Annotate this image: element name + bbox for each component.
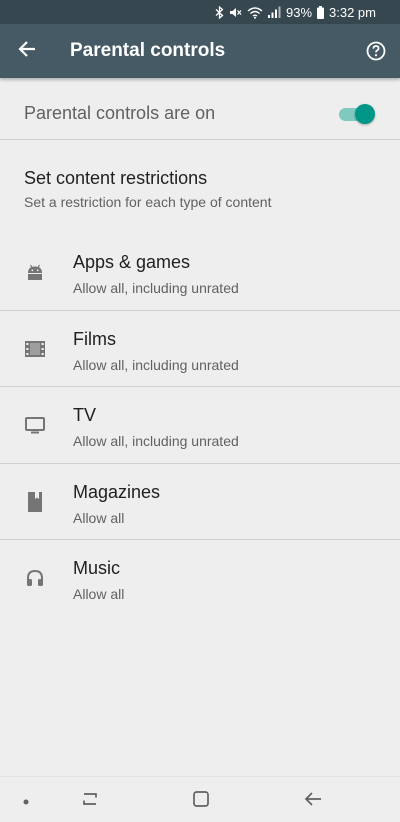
item-subtitle: Allow all, including unrated bbox=[73, 280, 239, 296]
nav-back-button[interactable] bbox=[301, 789, 325, 813]
list-item-apps-games[interactable]: Apps & games Allow all, including unrate… bbox=[0, 234, 400, 311]
parental-controls-switch[interactable] bbox=[339, 104, 375, 124]
item-subtitle: Allow all bbox=[73, 586, 125, 602]
arrow-back-icon bbox=[18, 40, 36, 63]
section-subtitle: Set a restriction for each type of conte… bbox=[24, 194, 272, 210]
navigation-bar bbox=[0, 776, 400, 822]
home-icon bbox=[193, 790, 209, 812]
list-item-tv[interactable]: TV Allow all, including unrated bbox=[0, 387, 400, 464]
headphones-icon bbox=[25, 568, 45, 588]
back-button[interactable] bbox=[0, 24, 54, 78]
switch-thumb bbox=[355, 104, 375, 124]
bluetooth-icon bbox=[215, 5, 224, 19]
list-item-magazines[interactable]: Magazines Allow all bbox=[0, 464, 400, 540]
film-icon bbox=[25, 339, 45, 359]
clock: 3:32 pm bbox=[329, 4, 376, 20]
item-subtitle: Allow all, including unrated bbox=[73, 433, 239, 449]
list-item-music[interactable]: Music Allow all bbox=[0, 540, 400, 617]
item-subtitle: Allow all bbox=[73, 509, 125, 526]
tv-icon bbox=[25, 415, 45, 435]
help-circle-icon bbox=[366, 41, 386, 65]
nav-dot-button[interactable] bbox=[14, 789, 38, 813]
restriction-list: Apps & games Allow all, including unrate… bbox=[0, 234, 400, 617]
signal-icon bbox=[267, 6, 281, 18]
item-title: Magazines bbox=[73, 481, 161, 502]
item-subtitle: Allow all, including unrated bbox=[73, 356, 239, 373]
section-header: Set content restrictions Set a restricti… bbox=[24, 168, 271, 210]
android-icon bbox=[25, 262, 45, 282]
battery-percent: 93% bbox=[285, 4, 313, 20]
recents-button[interactable] bbox=[78, 789, 102, 813]
home-button[interactable] bbox=[189, 789, 213, 813]
item-title: TV bbox=[73, 405, 97, 425]
item-title: Apps & games bbox=[73, 252, 191, 272]
help-button[interactable] bbox=[366, 41, 386, 61]
back-icon bbox=[304, 791, 322, 811]
battery-icon bbox=[317, 5, 325, 19]
mute-icon bbox=[229, 6, 242, 19]
parental-controls-label: Parental controls are on bbox=[24, 103, 216, 123]
page-title: Parental controls bbox=[70, 40, 226, 61]
list-item-films[interactable]: Films Allow all, including unrated bbox=[0, 311, 400, 387]
wifi-icon bbox=[247, 6, 263, 19]
section-title: Set content restrictions bbox=[24, 168, 208, 188]
item-title: Music bbox=[73, 558, 121, 578]
item-title: Films bbox=[73, 328, 116, 349]
app-bar: Parental controls bbox=[0, 24, 400, 78]
magazine-icon bbox=[25, 491, 45, 512]
parental-controls-toggle-row[interactable]: Parental controls are on bbox=[0, 88, 400, 140]
recents-icon bbox=[81, 792, 99, 811]
status-bar: 93% 3:32 pm bbox=[0, 0, 400, 24]
dot-icon bbox=[23, 792, 29, 810]
